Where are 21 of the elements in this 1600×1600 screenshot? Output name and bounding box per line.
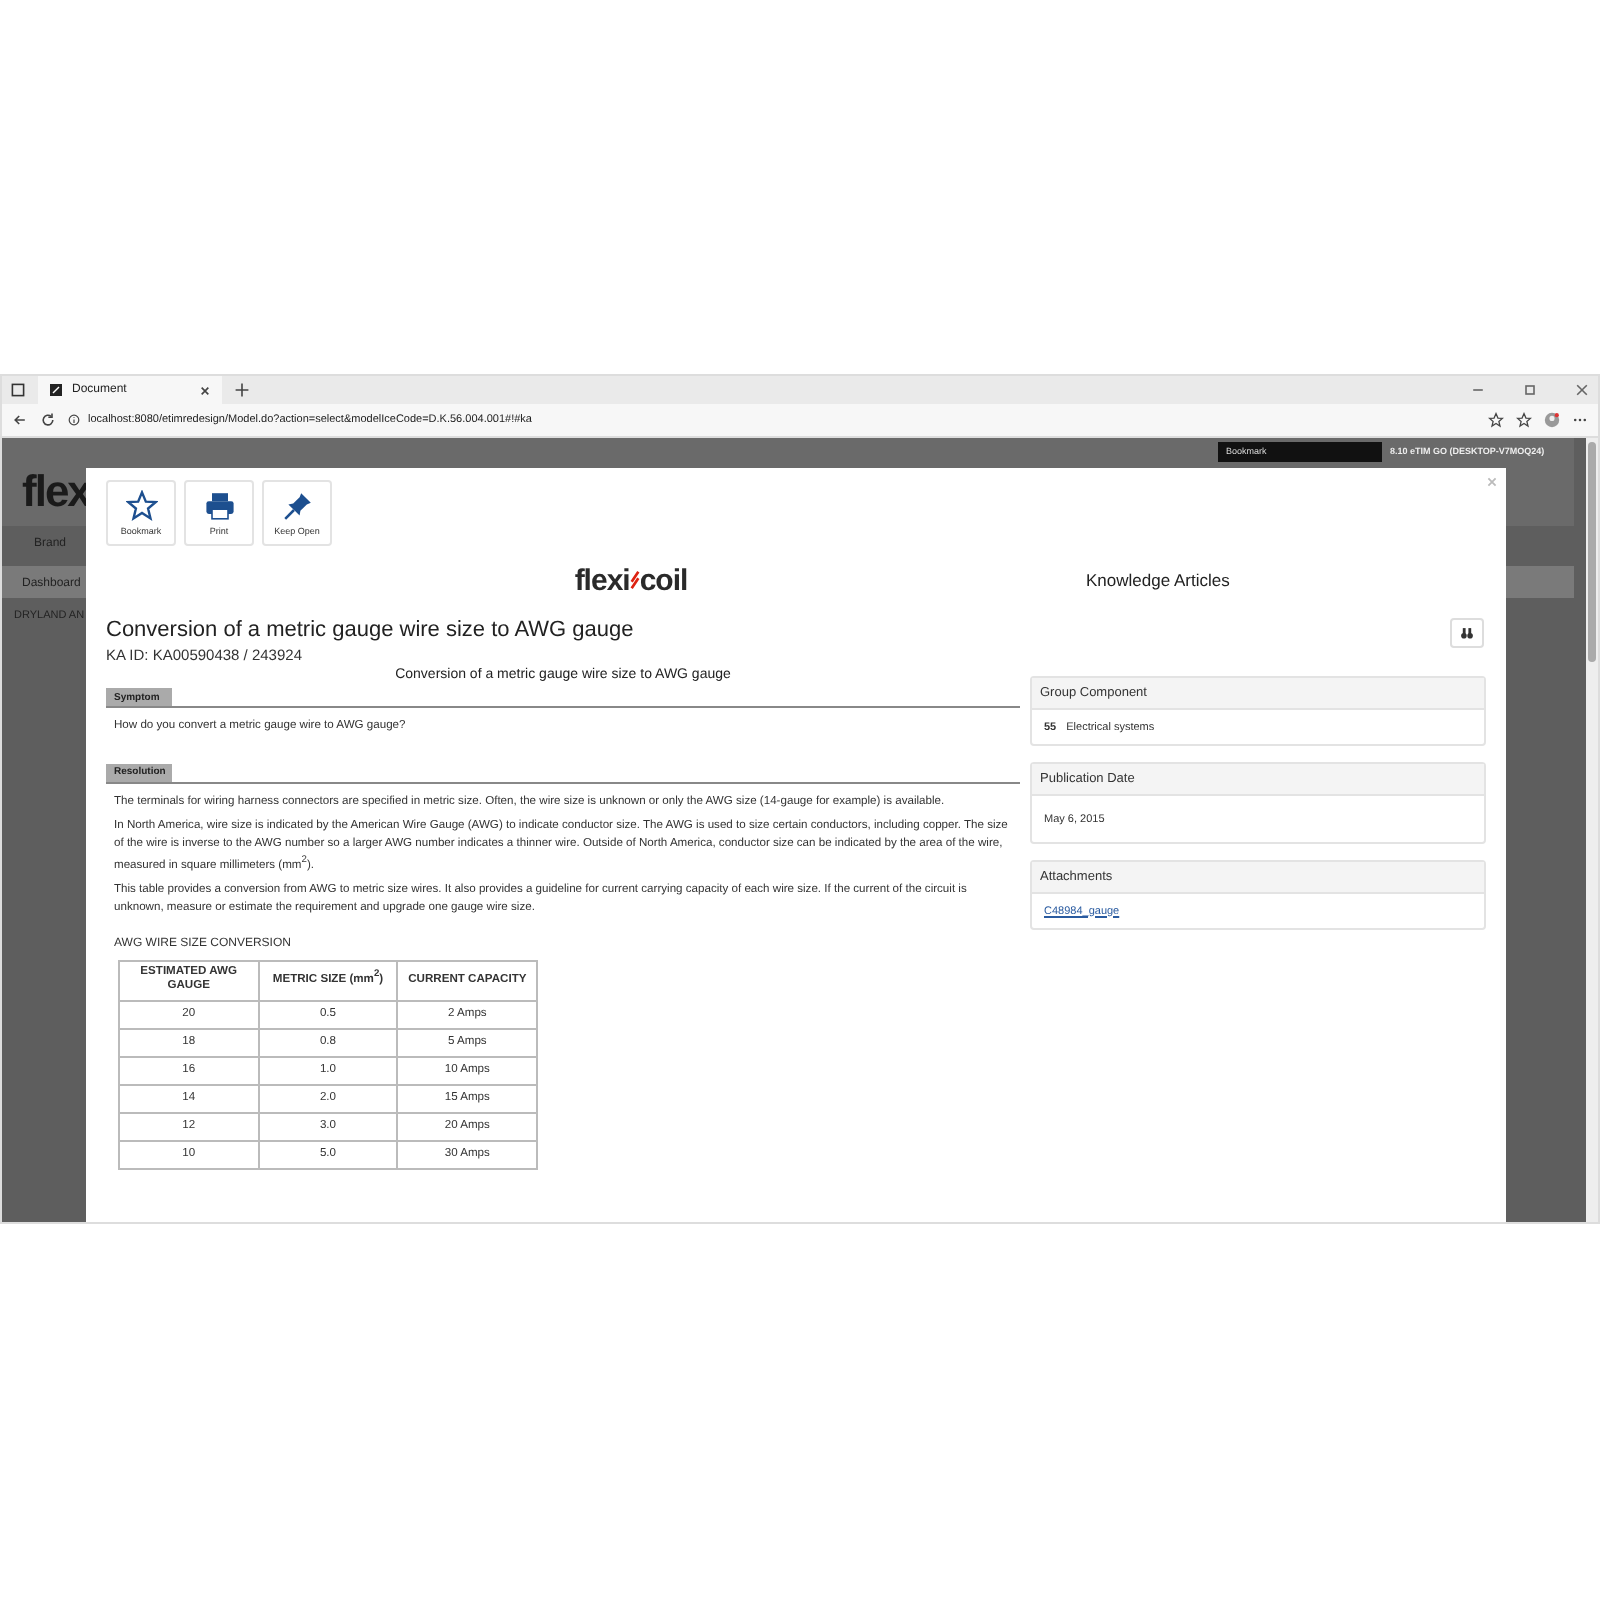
profile-icon[interactable] [1544, 412, 1560, 428]
section-heading: Knowledge Articles [1084, 570, 1232, 590]
reload-icon[interactable] [40, 412, 56, 428]
close-icon[interactable] [200, 385, 210, 395]
binoculars-button[interactable] [1450, 618, 1484, 648]
printer-icon [203, 490, 235, 522]
page-icon [50, 384, 62, 396]
pin-icon [281, 490, 313, 522]
maximize-icon[interactable] [1522, 382, 1538, 398]
info-icon [68, 414, 80, 426]
close-icon[interactable] [1574, 382, 1590, 398]
logo-fragment: flex [20, 464, 90, 520]
brand-logo: flexi coil [572, 563, 690, 597]
star-icon[interactable] [1488, 412, 1504, 428]
tab-actions-icon[interactable] [10, 382, 26, 398]
binoculars-icon [1460, 626, 1474, 640]
star-icon [125, 490, 157, 522]
article-title: Conversion of a metric gauge wire size to AWG gauge [106, 618, 634, 642]
back-icon[interactable] [12, 412, 28, 428]
new-tab-icon[interactable] [234, 382, 250, 398]
favorites-icon[interactable] [1516, 412, 1532, 428]
